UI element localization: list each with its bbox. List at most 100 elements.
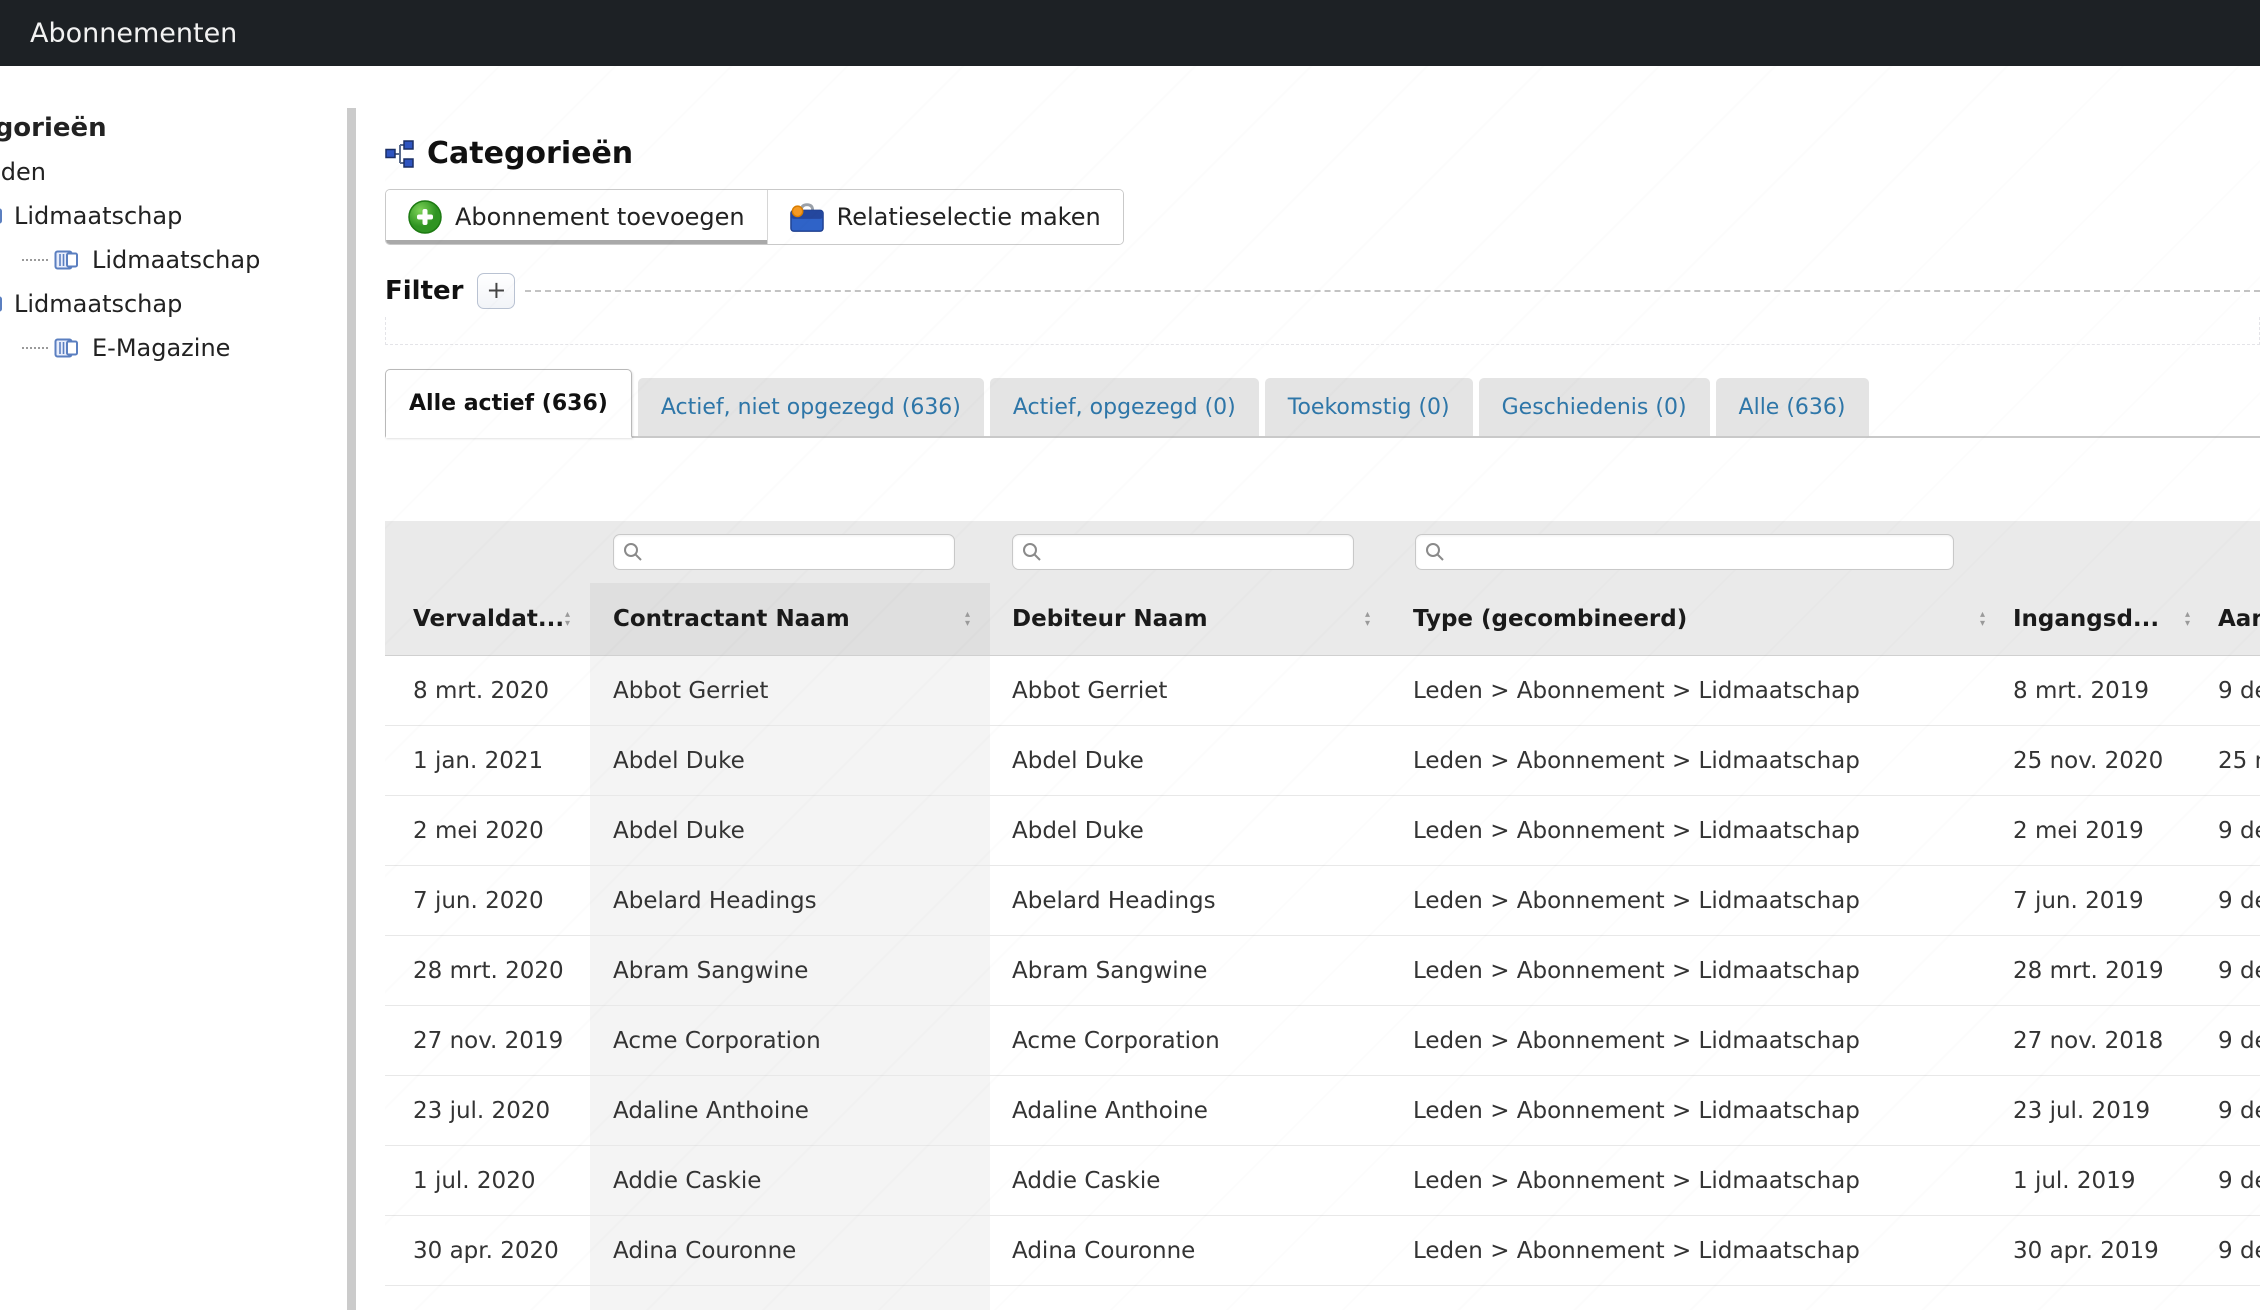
cell-aangemaakt: 9 de [2210, 866, 2260, 935]
cell-ingangsdatum: 7 jun. 2019 [2005, 866, 2210, 935]
page-title-row: Categorieën [385, 136, 2260, 171]
table-row[interactable]: 30 apr. 2020 Adina Couronne Adina Couron… [385, 1216, 2260, 1286]
type-search-input[interactable] [1415, 534, 1954, 570]
tab-label: Actief, opgezegd (0) [1013, 395, 1236, 420]
table-row[interactable]: 1 jan. 2021 Abdel Duke Abdel Duke Leden … [385, 726, 2260, 796]
column-header-vervaldatum[interactable]: Vervaldat... ▴▾ [385, 583, 590, 655]
cell-contractant: Abram Sangwine [590, 936, 990, 1005]
cell-vervaldatum: 27 nov. 2019 [385, 1006, 590, 1075]
tree-connector [22, 259, 48, 261]
column-header-debiteur-naam[interactable]: Debiteur Naam ▴▾ [990, 583, 1390, 655]
sidebar-item-label: Leden [0, 158, 46, 186]
app-title: Abonnementen [30, 18, 237, 49]
cell-contractant: Abdel Duke [590, 726, 990, 795]
cell-type: Leden > Abonnement > Lidmaatschap [1390, 1216, 2005, 1285]
table-row[interactable]: 28 mrt. 2020 Abram Sangwine Abram Sangwi… [385, 936, 2260, 1006]
sidebar-item-e-magazine[interactable]: E-Magazine [0, 326, 347, 370]
make-relation-selection-button[interactable]: Relatieselectie maken [768, 190, 1123, 244]
cell-ingangsdatum: 8 mrt. 2019 [2005, 656, 2210, 725]
search-box-type [1415, 534, 2005, 583]
action-button-group: Abonnement toevoegen Relatieselectie mak… [385, 189, 1124, 245]
tab-toekomstig[interactable]: Toekomstig (0) [1265, 378, 1473, 436]
cell-type: Leden > Abonnement > Lidmaatschap [1390, 936, 2005, 1005]
tab-label: Geschiedenis (0) [1502, 395, 1687, 420]
category-tree-sidebar: Categorieën Leden Lidmaatschap Lidmaatsc… [0, 66, 347, 1310]
tab-geschiedenis[interactable]: Geschiedenis (0) [1479, 378, 1710, 436]
cell-debiteur: Acme Corporation [990, 1006, 1390, 1075]
contractant-search-input[interactable] [613, 534, 955, 570]
column-header-label: Debiteur Naam [1012, 606, 1365, 632]
table-header: Vervaldat... ▴▾ Contractant Naam ▴▾ Debi… [385, 521, 2260, 656]
sidebar-item-categorieen[interactable]: Categorieën [0, 106, 347, 150]
column-header-contractant-naam[interactable]: Contractant Naam ▴▾ [590, 583, 990, 655]
cell-debiteur: Abdel Duke [990, 796, 1390, 865]
briefcase-icon [790, 200, 824, 234]
filter-expand-button[interactable]: + [477, 273, 515, 309]
table-row[interactable]: 7 jun. 2020 Abelard Headings Abelard Hea… [385, 866, 2260, 936]
add-subscription-label: Abonnement toevoegen [455, 203, 745, 231]
cell-ingangsdatum: 23 jul. 2019 [2005, 1076, 2210, 1145]
sidebar-item-lidmaatschap-2[interactable]: Lidmaatschap [0, 238, 347, 282]
sidebar-item-lidmaatschap-3[interactable]: Lidmaatschap [0, 282, 347, 326]
cell-ingangsdatum: 2 mei 2019 [2005, 796, 2210, 865]
cell-contractant: Adora Rafter [590, 1286, 990, 1310]
tab-actief-niet-opgezegd[interactable]: Actief, niet opgezegd (636) [638, 378, 984, 436]
cell-debiteur: Addie Caskie [990, 1146, 1390, 1215]
cell-vervaldatum: 30 jan. 2020 [385, 1286, 590, 1310]
cell-type: Leden > Abonnement > Lidmaatschap [1390, 1286, 2005, 1310]
cell-aangemaakt: 9 de [2210, 1146, 2260, 1215]
add-subscription-button[interactable]: Abonnement toevoegen [386, 190, 768, 244]
search-icon [1022, 542, 1042, 562]
column-header-label: Vervaldat... [413, 606, 565, 632]
debiteur-search-input[interactable] [1012, 534, 1354, 570]
column-header-aangemaakt[interactable]: Aan [2210, 583, 2260, 655]
tab-actief-opgezegd[interactable]: Actief, opgezegd (0) [990, 378, 1259, 436]
column-header-ingangsdatum[interactable]: Ingangsd... ▴▾ [2005, 583, 2210, 655]
cell-type: Leden > Abonnement > Lidmaatschap [1390, 866, 2005, 935]
sort-icon: ▴▾ [2185, 610, 2190, 628]
sidebar-item-lidmaatschap-1[interactable]: Lidmaatschap [0, 194, 347, 238]
plus-icon: + [486, 276, 506, 304]
sidebar-item-label: Lidmaatschap [14, 290, 182, 318]
cell-vervaldatum: 28 mrt. 2020 [385, 936, 590, 1005]
column-header-type[interactable]: Type (gecombineerd) ▴▾ [1390, 583, 2005, 655]
table-row[interactable]: 2 mei 2020 Abdel Duke Abdel Duke Leden >… [385, 796, 2260, 866]
column-header-label: Ingangsd... [2013, 606, 2185, 632]
cell-aangemaakt: 9 de [2210, 796, 2260, 865]
cell-contractant: Addie Caskie [590, 1146, 990, 1215]
cell-vervaldatum: 23 jul. 2020 [385, 1076, 590, 1145]
search-icon [623, 542, 643, 562]
search-box-contractant [613, 534, 990, 583]
cell-debiteur: Adaline Anthoine [990, 1076, 1390, 1145]
table-body: 8 mrt. 2020 Abbot Gerriet Abbot Gerriet … [385, 656, 2260, 1310]
make-relation-selection-label: Relatieselectie maken [837, 203, 1101, 231]
cell-type: Leden > Abonnement > Lidmaatschap [1390, 1076, 2005, 1145]
column-header-label: Aan [2218, 606, 2260, 632]
tab-label: Actief, niet opgezegd (636) [661, 395, 961, 420]
table-row[interactable]: 27 nov. 2019 Acme Corporation Acme Corpo… [385, 1006, 2260, 1076]
tab-alle[interactable]: Alle (636) [1716, 378, 1869, 436]
tab-alle-actief[interactable]: Alle actief (636) [385, 369, 632, 438]
sidebar-item-leden[interactable]: Leden [0, 150, 347, 194]
cell-aangemaakt: 9 de [2210, 1006, 2260, 1075]
table-row[interactable]: 1 jul. 2020 Addie Caskie Addie Caskie Le… [385, 1146, 2260, 1216]
plus-circle-icon [408, 200, 442, 234]
sidebar-splitter[interactable] [347, 108, 356, 1310]
cell-type: Leden > Abonnement > Lidmaatschap [1390, 796, 2005, 865]
sort-icon: ▴▾ [565, 610, 570, 628]
cell-debiteur: Abbot Gerriet [990, 656, 1390, 725]
cell-aangemaakt: 9 de [2210, 656, 2260, 725]
main-content: Categorieën Abonnement toevoegen Relatie… [385, 66, 2260, 1310]
search-box-debiteur [1012, 534, 1390, 583]
cell-contractant: Abbot Gerriet [590, 656, 990, 725]
table-row[interactable]: 30 jan. 2020 Adora Rafter Adora Rafter L… [385, 1286, 2260, 1310]
cell-vervaldatum: 8 mrt. 2020 [385, 656, 590, 725]
filter-row: Filter + [385, 273, 2260, 309]
cell-debiteur: Abram Sangwine [990, 936, 1390, 1005]
cell-type: Leden > Abonnement > Lidmaatschap [1390, 656, 2005, 725]
tab-label: Alle actief (636) [409, 391, 608, 416]
page-title: Categorieën [427, 136, 633, 171]
table-row[interactable]: 8 mrt. 2020 Abbot Gerriet Abbot Gerriet … [385, 656, 2260, 726]
table-row[interactable]: 23 jul. 2020 Adaline Anthoine Adaline An… [385, 1076, 2260, 1146]
category-card-icon [0, 293, 4, 315]
